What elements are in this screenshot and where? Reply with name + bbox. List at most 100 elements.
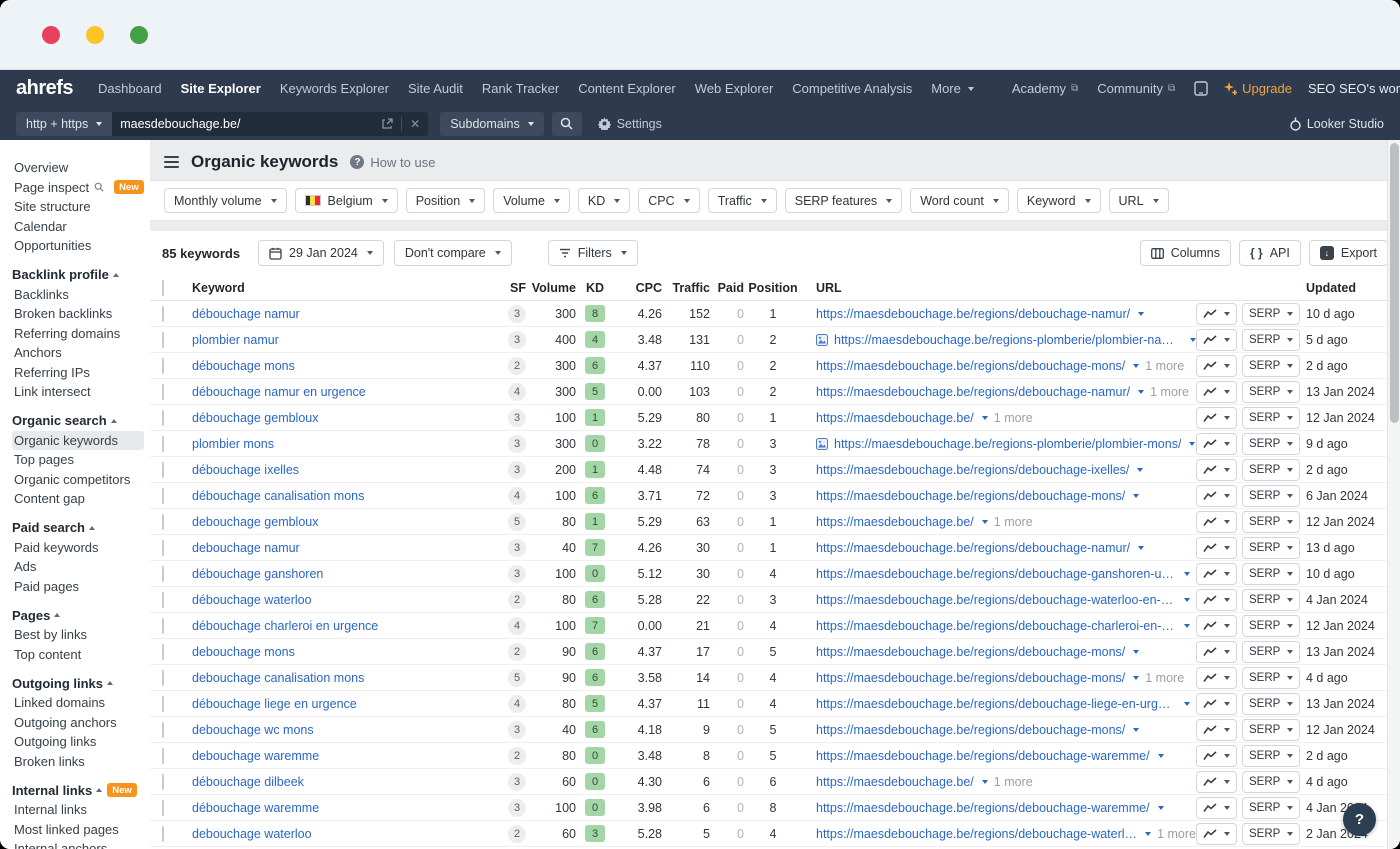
col-cpc[interactable]: CPC — [614, 281, 662, 295]
filter-word-count[interactable]: Word count — [910, 188, 1009, 213]
export-button[interactable]: ↓ Export — [1309, 240, 1388, 266]
position-history-button[interactable] — [1196, 563, 1237, 585]
position-history-button[interactable] — [1196, 745, 1237, 767]
filter-kd[interactable]: KD — [578, 188, 630, 213]
position-history-button[interactable] — [1196, 329, 1237, 351]
sidebar-item-opportunities[interactable]: Opportunities — [12, 236, 144, 256]
filter-traffic[interactable]: Traffic — [708, 188, 777, 213]
keyword-link[interactable]: plombier mons — [192, 437, 274, 451]
sidebar-item-paid-pages[interactable]: Paid pages — [12, 577, 144, 597]
url-link[interactable]: https://maesdebouchage.be/regions/debouc… — [816, 541, 1130, 555]
nav-item-rank-tracker[interactable]: Rank Tracker — [482, 81, 559, 96]
keyword-link[interactable]: débouchage ganshoren — [192, 567, 323, 581]
sidebar-item-page-inspect[interactable]: Page inspectNew — [12, 178, 144, 198]
nav-item-site-audit[interactable]: Site Audit — [408, 81, 463, 96]
url-dropdown-caret[interactable] — [1158, 806, 1164, 810]
col-position[interactable]: Position — [744, 281, 802, 295]
url-link[interactable]: https://maesdebouchage.be/regions/debouc… — [816, 463, 1129, 477]
col-updated[interactable]: Updated — [1300, 281, 1388, 295]
filter-belgium[interactable]: Belgium — [295, 188, 398, 213]
url-dropdown-caret[interactable] — [1145, 832, 1151, 836]
row-checkbox[interactable] — [162, 332, 164, 348]
select-all-checkbox[interactable] — [162, 280, 164, 296]
url-link[interactable]: https://maesdebouchage.be/regions/debouc… — [816, 567, 1176, 581]
nav-item-competitive-analysis[interactable]: Competitive Analysis — [792, 81, 912, 96]
url-dropdown-caret[interactable] — [1138, 390, 1144, 394]
sidebar-item-organic-competitors[interactable]: Organic competitors — [12, 470, 144, 490]
position-history-button[interactable] — [1196, 511, 1237, 533]
more-urls-link[interactable]: 1 more — [1150, 385, 1189, 399]
url-link[interactable]: https://maesdebouchage.be/regions-plombe… — [834, 333, 1182, 347]
more-urls-link[interactable]: 1 more — [994, 775, 1033, 789]
filter-position[interactable]: Position — [406, 188, 485, 213]
url-dropdown-caret[interactable] — [982, 416, 988, 420]
sidebar-item-top-content[interactable]: Top content — [12, 645, 144, 665]
serp-features-count[interactable]: 2 — [508, 591, 526, 609]
serp-button[interactable]: SERP — [1242, 537, 1300, 559]
more-urls-link[interactable]: 1 more — [1157, 827, 1196, 841]
sidebar-item-internal-links[interactable]: Internal links — [12, 800, 144, 820]
api-button[interactable]: { } API — [1239, 240, 1301, 266]
sidebar-item-linked-domains[interactable]: Linked domains — [12, 693, 144, 713]
row-checkbox[interactable] — [162, 826, 164, 842]
row-checkbox[interactable] — [162, 358, 164, 374]
serp-button[interactable]: SERP — [1242, 303, 1300, 325]
keyword-link[interactable]: débouchage waterloo — [192, 593, 312, 607]
url-link[interactable]: https://maesdebouchage.be/regions/debouc… — [816, 489, 1125, 503]
sidebar-item-most-linked-pages[interactable]: Most linked pages — [12, 820, 144, 840]
serp-button[interactable]: SERP — [1242, 641, 1300, 663]
serp-button[interactable]: SERP — [1242, 329, 1300, 351]
url-dropdown-caret[interactable] — [1189, 442, 1195, 446]
url-link[interactable]: https://maesdebouchage.be/regions/debouc… — [816, 827, 1137, 841]
url-link[interactable]: https://maesdebouchage.be/regions/debouc… — [816, 723, 1125, 737]
filter-cpc[interactable]: CPC — [638, 188, 699, 213]
serp-features-count[interactable]: 2 — [508, 747, 526, 765]
keyword-link[interactable]: debouchage namur — [192, 541, 300, 555]
position-history-button[interactable] — [1196, 641, 1237, 663]
serp-features-count[interactable]: 3 — [508, 539, 526, 557]
filter-keyword[interactable]: Keyword — [1017, 188, 1101, 213]
serp-features-count[interactable]: 3 — [508, 435, 526, 453]
row-checkbox[interactable] — [162, 592, 164, 608]
keyword-link[interactable]: débouchage ixelles — [192, 463, 299, 477]
url-dropdown-caret[interactable] — [982, 780, 988, 784]
serp-features-count[interactable]: 4 — [508, 383, 526, 401]
serp-features-count[interactable]: 4 — [508, 695, 526, 713]
sidebar-item-anchors[interactable]: Anchors — [12, 343, 144, 363]
sidebar-item-outgoing-links[interactable]: Outgoing links — [12, 732, 144, 752]
sidebar-item-ads[interactable]: Ads — [12, 557, 144, 577]
keyword-link[interactable]: débouchage charleroi en urgence — [192, 619, 378, 633]
row-checkbox[interactable] — [162, 410, 164, 426]
position-history-button[interactable] — [1196, 303, 1237, 325]
filter-monthly-volume[interactable]: Monthly volume — [164, 188, 287, 213]
position-history-button[interactable] — [1196, 615, 1237, 637]
filter-url[interactable]: URL — [1109, 188, 1169, 213]
keyword-link[interactable]: débouchage gembloux — [192, 411, 319, 425]
position-history-button[interactable] — [1196, 719, 1237, 741]
position-history-button[interactable] — [1196, 381, 1237, 403]
keyword-link[interactable]: plombier namur — [192, 333, 279, 347]
serp-features-count[interactable]: 3 — [508, 565, 526, 583]
keyword-link[interactable]: debouchage mons — [192, 645, 295, 659]
serp-button[interactable]: SERP — [1242, 459, 1300, 481]
serp-button[interactable]: SERP — [1242, 615, 1300, 637]
serp-button[interactable]: SERP — [1242, 485, 1300, 507]
url-link[interactable]: https://maesdebouchage.be/regions/debouc… — [816, 801, 1150, 815]
sidebar-group-pages[interactable]: Pages — [12, 605, 150, 625]
row-checkbox[interactable] — [162, 722, 164, 738]
url-link[interactable]: https://maesdebouchage.be/ — [816, 411, 974, 425]
keyword-link[interactable]: débouchage canalisation mons — [192, 489, 364, 503]
url-link[interactable]: https://maesdebouchage.be/regions/debouc… — [816, 697, 1176, 711]
compare-select[interactable]: Don't compare — [394, 240, 512, 266]
help-fab-button[interactable]: ? — [1343, 803, 1376, 836]
row-checkbox[interactable] — [162, 384, 164, 400]
workspace-switcher[interactable]: SEO SEO's work… — [1308, 81, 1400, 96]
position-history-button[interactable] — [1196, 667, 1237, 689]
serp-features-count[interactable]: 2 — [508, 825, 526, 843]
scope-select[interactable]: Subdomains — [440, 112, 544, 136]
sidebar-item-paid-keywords[interactable]: Paid keywords — [12, 538, 144, 558]
url-link[interactable]: https://maesdebouchage.be/regions/debouc… — [816, 749, 1150, 763]
minimize-window-button[interactable] — [86, 26, 104, 44]
url-dropdown-caret[interactable] — [1184, 702, 1190, 706]
url-link[interactable]: https://maesdebouchage.be/ — [816, 775, 974, 789]
